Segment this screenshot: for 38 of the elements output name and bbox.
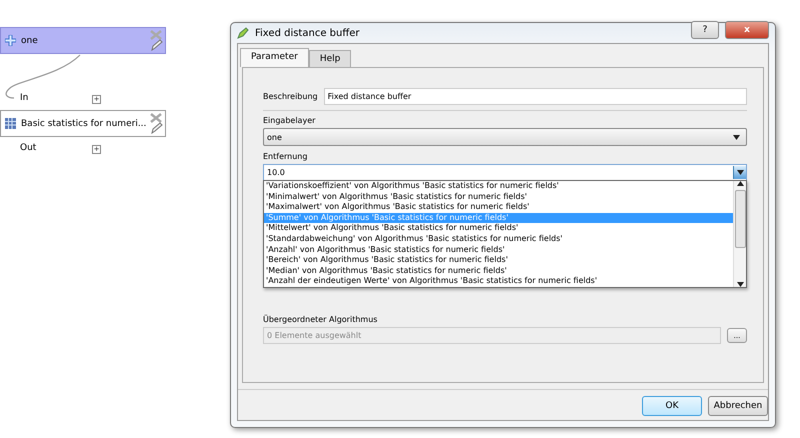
node-label: one (21, 36, 38, 46)
dropdown-option[interactable]: 'Standardabweichung' von Algorithmus 'Basic statistics for numeric fields' (264, 234, 733, 245)
dropdown-option[interactable]: 'Maximalwert' von Algorithmus 'Basic statistics for numeric fields' (264, 202, 733, 213)
dropdown-option[interactable]: 'Median' von Algorithmus 'Basic statistics for numeric fields' (264, 266, 733, 276)
tab[interactable]: Parameter (240, 48, 309, 67)
dropdown-arrow-icon (733, 134, 740, 140)
dropdown-option[interactable]: 'Minimalwert' von Algorithmus 'Basic statistics for numeric fields' (264, 192, 733, 202)
dialog-button[interactable]: Abbrechen (708, 396, 768, 416)
scrollbar[interactable] (733, 181, 746, 287)
field-label: Beschreibung (263, 92, 318, 101)
field-label: Entfernung (263, 152, 308, 161)
dropdown-option[interactable]: 'Anzahl der eindeutigen Werte' von Algorithmus 'Basic statistics for numeric fields' (264, 276, 733, 287)
dialog-button[interactable]: OK (642, 396, 702, 416)
distance-combo[interactable]: 10.0 (263, 164, 747, 181)
field-label: Übergeordneter Algorithmus (263, 315, 378, 324)
layer-dropdown[interactable]: one (263, 128, 747, 146)
help-button[interactable]: ? (691, 21, 719, 39)
scroll-down-icon (736, 282, 744, 287)
dropdown-arrow-icon (736, 170, 744, 175)
pen-icon (237, 27, 249, 39)
dropdown-option[interactable]: 'Anzahl' von Algorithmus 'Basic statistics for numeric fields' (264, 244, 733, 256)
dropdown-button[interactable] (733, 166, 746, 179)
dropdown-option[interactable]: 'Variationskoeffizient' von Algorithmus 'Basic statistics for numeric fields' (264, 181, 733, 192)
model-node[interactable]: one (0, 27, 166, 54)
table-icon (5, 118, 16, 129)
field-label: Eingabelayer (263, 116, 316, 125)
dropdown-option[interactable]: 'Mittelwert' von Algorithmus 'Basic statistics for numeric fields' (264, 223, 733, 234)
delete-edit-icon[interactable] (149, 113, 163, 135)
node-label: Basic statistics for numeri... (21, 118, 146, 128)
window-title: Fixed distance buffer (255, 28, 360, 38)
delete-edit-icon[interactable] (149, 30, 163, 52)
model-node[interactable]: Basic statistics for numeri... (0, 110, 166, 137)
description-field[interactable]: Fixed distance buffer (324, 88, 747, 105)
tab[interactable]: Help (308, 50, 352, 67)
dropdown-option[interactable]: 'Bereich' von Algorithmus 'Basic statistics for numeric fields' (264, 255, 733, 266)
plus-icon (5, 35, 16, 46)
port-label: In (20, 93, 28, 103)
port-label: Out (20, 143, 36, 153)
